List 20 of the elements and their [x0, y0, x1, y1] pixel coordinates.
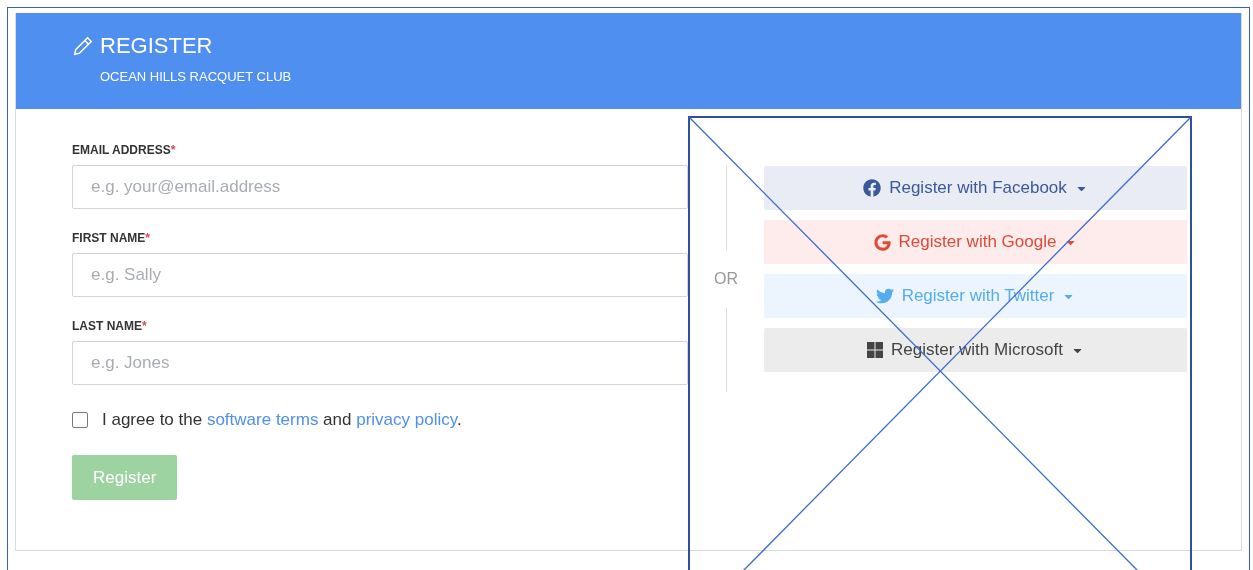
checkbox[interactable]	[72, 412, 88, 428]
social-register-button[interactable]: Register with Google	[764, 220, 1187, 264]
agree-text: I agree to the software terms and privacy policy.	[102, 410, 462, 430]
input-field[interactable]: e.g. Sally	[72, 253, 688, 297]
link[interactable]: software terms	[206, 410, 319, 429]
field-label: EMAIL ADDRESS*	[72, 143, 177, 157]
or-divider-label: OR	[714, 270, 738, 288]
windows-icon	[867, 342, 884, 358]
club-name: OCEAN HILLS RACQUET CLUB	[100, 69, 293, 84]
facebook-icon	[863, 179, 882, 197]
link[interactable]: privacy policy	[356, 410, 457, 429]
page-title: REGISTER	[100, 33, 213, 59]
social-register-button[interactable]: Register with Facebook	[764, 166, 1187, 210]
pencil-icon	[72, 35, 94, 57]
input-field[interactable]: e.g. Jones	[72, 341, 688, 385]
field-label: FIRST NAME*	[72, 231, 151, 245]
field-label: LAST NAME*	[72, 319, 148, 333]
google-icon	[873, 233, 891, 251]
input-field[interactable]: e.g. your@email.address	[72, 165, 688, 209]
bird-icon	[875, 287, 894, 305]
